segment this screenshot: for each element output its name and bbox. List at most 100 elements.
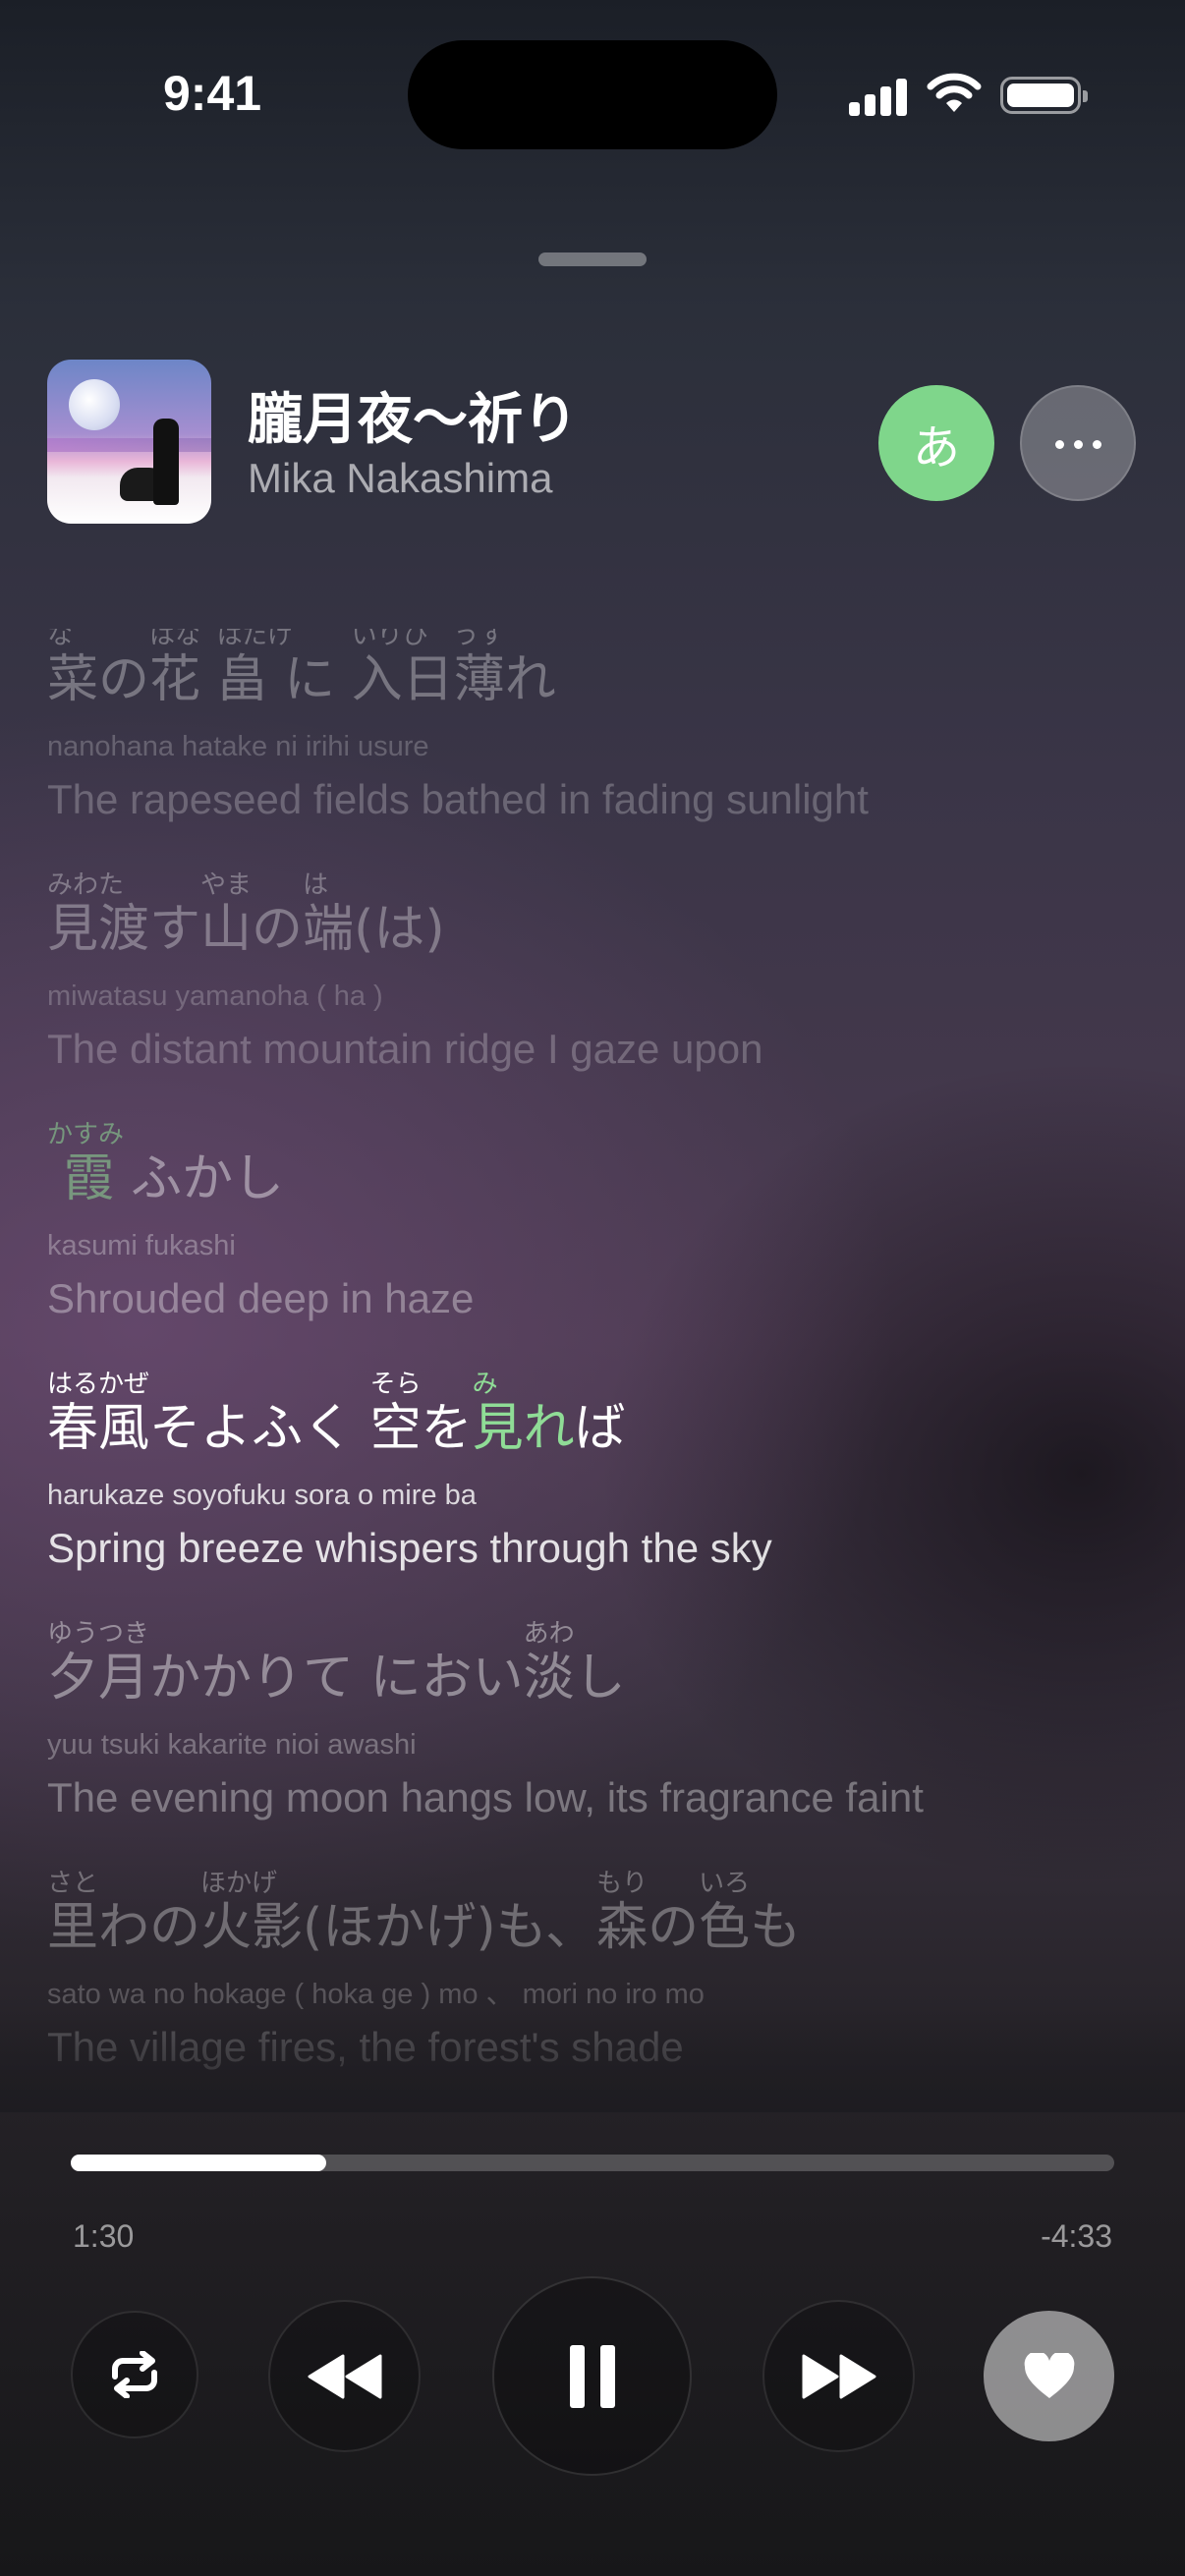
lyric-glyph: かかりて [149,1649,355,1708]
lyric-glyph: 端 [303,900,355,959]
furigana: はるかぜ [47,1370,150,1399]
lyric-text [335,648,352,727]
furigana: さと [47,1869,99,1898]
lyric-kanji: 色いろ [699,1871,750,1975]
lyric-japanese: 見渡 みわたす山やまの端は (は) [47,872,762,977]
lyric-text: の [98,648,149,727]
repeat-button[interactable] [71,2311,198,2438]
lyric-text: を [422,1397,473,1476]
lyric-japanese: 夕月 ゆうつき かかりて におい淡あわし [47,1621,924,1725]
lyric-kanji: 菜な [47,629,99,727]
furigana: いろ [699,1869,751,1898]
lyric-glyph: 畠 [216,650,268,709]
lyric-line[interactable]: 春風 はるかぜ そよふく 空そらを見みれば harukaze soyofuku sor… [47,1372,772,1578]
furigana: やま [200,870,253,900]
remaining-time: -4:33 [1041,2218,1112,2254]
lyric-line[interactable]: 見渡 みわたす山やまの端は (は) miwatasu yamanoha ( ha ) T… [47,872,763,1079]
lyric-glyph: の [98,650,150,709]
lyric-text: に [284,648,335,727]
lyric-glyph: 空 [369,1399,422,1458]
lyric-glyph: れ [523,1399,575,1458]
lyric-text: ば [575,1397,626,1476]
lyric-glyph: 霞 [47,1149,115,1208]
lyric-glyph: 菜 [47,650,99,709]
more-options-button[interactable] [1020,385,1136,501]
lyric-translation: The distant mountain ridge I gaze upon [47,1026,763,1072]
lyric-glyph: (は) [354,900,445,959]
furigana: ほかげ [200,1869,278,1898]
lyric-glyph: そよふく [149,1399,355,1458]
battery-icon [1000,77,1088,114]
furigana: そら [369,1370,422,1399]
lyric-glyph: の [252,900,304,959]
lyric-line[interactable]: 夕月 ゆうつき かかりて におい淡あわし yuu tsuki kakarite nio… [47,1621,924,1827]
lyric-line[interactable]: 菜なの花はな 畠はたけ に 入日 いりひ薄うすれ nanohana hatake n… [47,629,869,829]
lyric-text [268,648,285,727]
dynamic-island [408,40,777,149]
lyric-glyph: 山 [200,900,253,959]
lyric-glyph [335,650,352,709]
artist-name[interactable]: Mika Nakashima [248,455,552,502]
progress-fill [71,2155,327,2171]
next-track-button[interactable] [762,2300,915,2452]
album-artwork[interactable] [47,360,211,524]
lyric-line[interactable]: 霞かすみ ふかし kasumi fukashi Shrouded deep in h… [47,1122,474,1328]
lyric-text: す [149,898,200,977]
furigana: はたけ [216,629,294,650]
lyric-glyph [200,650,217,709]
lyric-glyph: 火影 [200,1898,304,1957]
lyric-text: わの [98,1896,200,1975]
furigana: もり [596,1869,649,1898]
lyric-glyph: 夕月 [47,1649,150,1708]
lyric-text: におい [370,1647,524,1725]
lyric-text: そよふく [149,1397,354,1476]
lyric-translation: Spring breeze whispers through the sky [47,1525,772,1571]
lyric-glyph: ば [574,1399,626,1458]
lyric-romaji: nanohana hatake ni irihi usure [47,731,429,762]
progress-slider[interactable] [71,2155,1114,2171]
lyric-kanji: 見み [473,1372,524,1476]
lyric-glyph: 見渡 [47,900,150,959]
lyric-romaji: sato wa no hokage ( hoka ge ) mo 、 mori … [47,1979,705,2010]
repeat-icon [112,2351,157,2398]
lyric-text: れ [524,1397,575,1476]
lyric-kanji: 空そら [369,1372,422,1476]
lyric-translation: The evening moon hangs low, its fragranc… [47,1774,924,1820]
lyric-glyph: ふかし [114,1149,285,1208]
lyric-glyph: (ほかげ)も、 [303,1898,597,1957]
heart-icon [1024,2352,1074,2398]
furigana: あわ [523,1619,575,1649]
wifi-icon [927,73,982,118]
lyric-text: の [648,1896,699,1975]
furigana: な [47,629,74,650]
sheet-grabber[interactable] [538,252,647,266]
previous-track-button[interactable] [268,2300,421,2452]
lyric-glyph: 里 [47,1898,99,1957]
lyric-translation: The rapeseed fields bathed in fading sun… [47,776,869,822]
furigana: み [472,1370,498,1399]
lyric-kanji: 薄うす [454,629,505,727]
lyric-kanji: 花はな [149,629,200,727]
lyric-kanji: 畠はたけ [216,629,293,727]
song-title: 朧月夜〜祈り [248,388,578,452]
lyric-glyph [354,1649,370,1708]
lyric-japanese: 菜なの花はな 畠はたけ に 入日 いりひ薄うすれ [47,629,869,727]
lyric-japanese: 里さと わの 火影 ほかげ (ほかげ)も、森もりの色いろも [47,1871,801,1975]
elapsed-time: 1:30 [73,2218,135,2254]
lyric-glyph: におい [369,1649,524,1708]
lyric-glyph: れ [504,650,556,709]
lyric-glyph: 入日 [351,650,454,709]
furigana-toggle-button[interactable]: あ [878,385,994,501]
lyric-kanji: 見渡 みわた [47,872,150,977]
lyric-text: し [575,1647,626,1725]
favorite-button[interactable] [984,2311,1114,2441]
lyric-glyph: を [421,1399,473,1458]
lyric-japanese: 霞かすみ ふかし [47,1122,474,1226]
pause-button[interactable] [492,2276,692,2476]
lyric-line[interactable]: 里さと わの 火影 ほかげ (ほかげ)も、森もりの色いろも sato wa no hoka… [47,1871,801,2077]
furigana: は [303,870,329,900]
lyrics-panel[interactable]: 菜なの花はな 畠はたけ に 入日 いりひ薄うすれ nanohana hatake n… [0,629,1185,2102]
lyric-kanji: 山やま [200,872,253,977]
lyric-kanji: 入日 いりひ [351,629,454,727]
lyric-japanese: 春風 はるかぜ そよふく 空そらを見みれば [47,1372,772,1476]
